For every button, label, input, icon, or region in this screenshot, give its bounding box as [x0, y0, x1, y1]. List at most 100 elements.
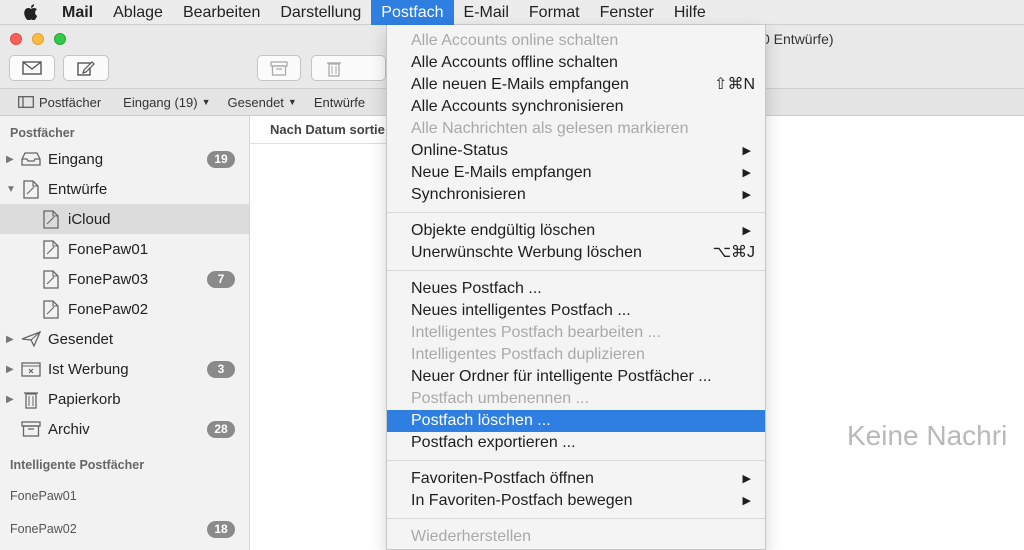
section-header-intelligente-postfaecher: Intelligente Postfächer [10, 458, 145, 472]
menu-hilfe[interactable]: Hilfe [664, 0, 716, 25]
menu-item-neues-intelligentes-postfach[interactable]: Neues intelligentes Postfach ... [387, 300, 765, 322]
sidebar-item-label: FonePaw01 [68, 240, 149, 258]
disclosure-collapsed-icon[interactable]: ▶ [6, 394, 16, 405]
fav-eingang-button[interactable]: Eingang (19) ▼ [123, 95, 210, 110]
menu-item-postfach-löschen[interactable]: Postfach löschen ... [387, 410, 765, 432]
menu-item-alle-nachrichten-als-gelesen-markieren: Alle Nachrichten als gelesen markieren [387, 118, 765, 140]
zoom-window-button[interactable] [54, 33, 66, 45]
menu-item-label: Alle neuen E-Mails empfangen [411, 76, 629, 93]
compose-button[interactable] [63, 55, 109, 81]
menu-item-in-favoriten-postfach-bewegen[interactable]: In Favoriten-Postfach bewegen ▶ [387, 490, 765, 512]
sort-header[interactable]: Nach Datum sortie [250, 116, 390, 144]
menu-item-neues-postfach[interactable]: Neues Postfach ... [387, 278, 765, 300]
menu-item-label: Neues intelligentes Postfach ... [411, 302, 631, 319]
fav-postfaecher-button[interactable]: Postfächer [18, 95, 101, 110]
menu-darstellung[interactable]: Darstellung [270, 0, 371, 25]
disclosure-collapsed-icon[interactable]: ▶ [6, 154, 16, 165]
sidebar-item-eingang[interactable]: ▶ Eingang 19 [0, 144, 249, 174]
sidebar-item-entwuerfe[interactable]: ▼ Entwürfe [0, 174, 249, 204]
sidebar-item-fonepaw02[interactable]: FonePaw02 [0, 294, 249, 324]
menu-item-label: Alle Accounts synchronisieren [411, 98, 624, 115]
menu-format[interactable]: Format [519, 0, 590, 25]
menu-item-label: Synchronisieren [411, 186, 526, 203]
unread-count-badge: 7 [207, 271, 235, 288]
sidebar-item-label: iCloud [68, 210, 111, 228]
menu-item-online-status[interactable]: Online-Status ▶ [387, 140, 765, 162]
menu-item-label: In Favoriten-Postfach bewegen [411, 492, 633, 509]
smart-mailbox-fonepaw01[interactable]: FonePaw01 [10, 489, 77, 503]
menu-item-neue-e-mails-empfangen[interactable]: Neue E-Mails empfangen ▶ [387, 162, 765, 184]
menu-item-label: Postfach umbenennen ... [411, 390, 589, 407]
menu-item-alle-accounts-offline-schalten[interactable]: Alle Accounts offline schalten [387, 52, 765, 74]
submenu-arrow-icon: ▶ [742, 495, 751, 507]
menu-item-label: Alle Accounts online schalten [411, 32, 619, 49]
paper-plane-icon [20, 329, 42, 349]
draft-document-icon [40, 239, 62, 259]
sidebar-item-archiv[interactable]: Archiv 28 [0, 414, 249, 444]
trash-icon [20, 389, 42, 409]
disclosure-expanded-icon[interactable]: ▼ [6, 184, 16, 195]
fav-postfaecher-label: Postfächer [39, 94, 102, 110]
sidebar-item-gesendet[interactable]: ▶ Gesendet [0, 324, 249, 354]
fav-gesendet-button[interactable]: Gesendet ▼ [228, 95, 297, 110]
menu-item-unerwünschte-werbung-löschen[interactable]: Unerwünschte Werbung löschen ⌥⌘J [387, 242, 765, 264]
sidebar-item-icloud[interactable]: iCloud [0, 204, 249, 234]
draft-document-icon [20, 179, 42, 199]
disclosure-collapsed-icon[interactable]: ▶ [6, 334, 16, 345]
sidebar-item-fonepaw01[interactable]: FonePaw01 [0, 234, 249, 264]
menu-item-synchronisieren[interactable]: Synchronisieren ▶ [387, 184, 765, 206]
menu-postfach[interactable]: Postfach [371, 0, 454, 25]
menu-item-alle-neuen-e-mails-empfangen[interactable]: Alle neuen E-Mails empfangen ⇧⌘N [387, 74, 765, 96]
menu-bearbeiten[interactable]: Bearbeiten [173, 0, 270, 25]
menu-email[interactable]: E-Mail [454, 0, 519, 25]
inbox-tray-icon [20, 149, 42, 169]
menu-item-neuer-ordner-für-intelligente-postfächer[interactable]: Neuer Ordner für intelligente Postfächer… [387, 366, 765, 388]
menu-ablage[interactable]: Ablage [103, 0, 173, 25]
archive-button[interactable] [257, 55, 301, 81]
draft-document-icon [40, 209, 62, 229]
menu-item-label: Neues Postfach ... [411, 280, 542, 297]
menu-separator [387, 460, 765, 461]
sidebar-item-label: Gesendet [48, 330, 114, 348]
menu-item-postfach-umbenennen: Postfach umbenennen ... [387, 388, 765, 410]
unread-count-badge: 19 [207, 151, 235, 168]
menu-item-label: Postfach exportieren ... [411, 434, 576, 451]
submenu-arrow-icon: ▶ [742, 167, 751, 179]
menu-item-postfach-exportieren[interactable]: Postfach exportieren ... [387, 432, 765, 454]
menu-item-label: Unerwünschte Werbung löschen [411, 244, 642, 261]
sidebar-item-label: Ist Werbung [48, 360, 129, 378]
sidebar-item-ist-werbung[interactable]: ▶ Ist Werbung 3 [0, 354, 249, 384]
menu-item-alle-accounts-online-schalten: Alle Accounts online schalten [387, 30, 765, 52]
menu-fenster[interactable]: Fenster [590, 0, 664, 25]
menu-item-label: Objekte endgültig löschen [411, 222, 596, 239]
menu-item-favoriten-postfach-öffnen[interactable]: Favoriten-Postfach öffnen ▶ [387, 468, 765, 490]
fav-entwuerfe-button[interactable]: Entwürfe [314, 95, 365, 110]
keyboard-shortcut: ⌥⌘J [712, 244, 755, 261]
menu-item-objekte-endgültig-löschen[interactable]: Objekte endgültig löschen ▶ [387, 220, 765, 242]
minimize-window-button[interactable] [32, 33, 44, 45]
disclosure-collapsed-icon[interactable]: ▶ [6, 364, 16, 375]
menu-item-label: Online-Status [411, 142, 508, 159]
submenu-arrow-icon: ▶ [742, 145, 751, 157]
postfach-dropdown-menu: Alle Accounts online schalten Alle Accoun… [386, 25, 766, 550]
menu-item-wiederherstellen: Wiederherstellen [387, 526, 765, 548]
sidebar-item-fonepaw03[interactable]: FonePaw03 7 [0, 264, 249, 294]
menu-mail[interactable]: Mail [62, 0, 103, 25]
archive-box-icon [20, 419, 42, 439]
delete-button[interactable] [311, 55, 386, 81]
trash-icon [327, 61, 341, 77]
smart-mailbox-fonepaw02[interactable]: FonePaw02 18 [0, 514, 249, 544]
menu-item-alle-accounts-synchronisieren[interactable]: Alle Accounts synchronisieren [387, 96, 765, 118]
menu-bar: Mail Ablage Bearbeiten Darstellung Postf… [0, 0, 1024, 25]
sidebar-item-label: FonePaw03 [68, 270, 149, 288]
keyboard-shortcut: ⇧⌘N [714, 76, 755, 93]
sidebar-item-papierkorb[interactable]: ▶ Papierkorb [0, 384, 249, 414]
apple-menu[interactable] [0, 4, 62, 20]
menu-item-label: Postfach löschen ... [411, 412, 551, 429]
menu-item-intelligentes-postfach-duplizieren: Intelligentes Postfach duplizieren [387, 344, 765, 366]
sidebar-item-label: FonePaw02 [68, 300, 149, 318]
close-window-button[interactable] [10, 33, 22, 45]
menu-item-label: Neue E-Mails empfangen [411, 164, 592, 181]
get-mail-button[interactable] [9, 55, 55, 81]
menu-item-label: Alle Accounts offline schalten [411, 54, 618, 71]
